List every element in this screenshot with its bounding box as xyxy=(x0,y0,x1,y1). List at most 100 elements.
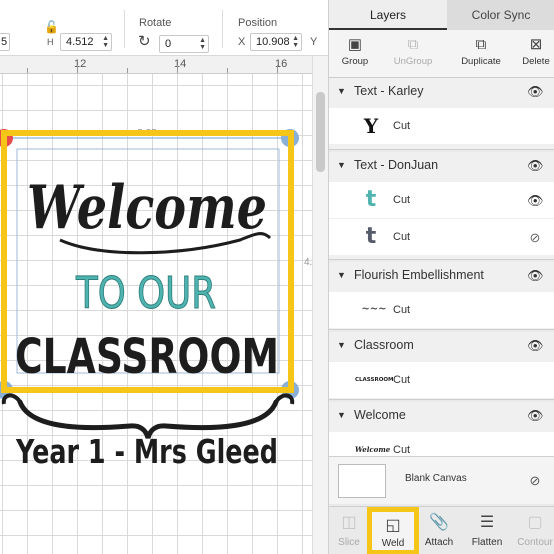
ruler-tick xyxy=(227,68,228,73)
design-canvas[interactable]: 12 14 16 5.25 4. Welcome TO OUR CLASSROO… xyxy=(0,56,328,554)
collapse-triangle-icon[interactable]: ▼ xyxy=(337,262,346,288)
classroom-text[interactable]: CLASSROOM xyxy=(15,329,279,385)
visibility-eye-icon[interactable]: 👁 xyxy=(527,269,544,282)
layer-row[interactable]: t Cut ⊘ xyxy=(329,219,554,255)
ungroup-button[interactable]: ⧉ UnGroup xyxy=(385,34,441,76)
layer-group-name: Text - Karley xyxy=(354,84,424,98)
layer-group-header[interactable]: ▼ Text - Karley 👁 xyxy=(329,78,554,104)
ruler-tick-label: 12 xyxy=(74,58,87,70)
group-icon: ▣ xyxy=(347,36,363,53)
duplicate-button[interactable]: ⧉ Duplicate xyxy=(453,34,509,76)
contour-label: Contour xyxy=(517,537,553,548)
layer-group-text-donjuan[interactable]: ▼ Text - DonJuan 👁 t Cut 👁 t Cut ⊘ xyxy=(329,152,554,260)
flatten-label: Flatten xyxy=(471,537,503,548)
to-our-text[interactable]: TO OUR xyxy=(75,268,217,320)
layer-operation-label: Cut xyxy=(393,231,411,243)
layer-thumbnail: Y xyxy=(363,114,379,138)
ruler-tick xyxy=(177,65,178,73)
attach-button[interactable]: 📎 Attach xyxy=(415,507,463,554)
layer-thumbnail: ~~~ xyxy=(361,304,387,315)
layer-group-text-karley[interactable]: ▼ Text - Karley 👁 Y Cut xyxy=(329,78,554,150)
layer-group-header[interactable]: ▼ Welcome 👁 xyxy=(329,402,554,428)
position-x-stepper-icon[interactable]: ▲ ▼ xyxy=(292,35,299,49)
layer-row[interactable]: CLASSROOM Cut xyxy=(329,362,554,398)
visibility-eye-icon[interactable]: 👁 xyxy=(527,409,544,422)
bottom-action-bar: ◫ Slice ◱ Weld 📎 Attach ☰ Flatten ▢ Cont… xyxy=(329,506,554,554)
flatten-button[interactable]: ☰ Flatten xyxy=(463,507,511,554)
duplicate-label: Duplicate xyxy=(461,56,501,67)
ruler-tick xyxy=(77,65,78,73)
contour-button[interactable]: ▢ Contour xyxy=(511,507,554,554)
group-button[interactable]: ▣ Group xyxy=(327,34,383,76)
layer-thumbnail: t xyxy=(365,187,377,212)
x-label: X xyxy=(238,36,246,48)
layer-group-header[interactable]: ▼ Text - DonJuan 👁 xyxy=(329,152,554,178)
scrollbar-thumb[interactable] xyxy=(316,92,325,172)
layer-operation-label: Cut xyxy=(393,374,411,386)
position-x-value: 10.908 xyxy=(256,36,290,48)
layer-group-classroom[interactable]: ▼ Classroom 👁 CLASSROOM Cut xyxy=(329,332,554,400)
group-label: Group xyxy=(341,56,369,67)
canvas-vertical-scrollbar[interactable] xyxy=(312,56,328,554)
delete-button[interactable]: ⊠ Delete xyxy=(513,34,554,76)
height-field[interactable]: 4.512 ▲ ▼ xyxy=(60,33,112,51)
ruler-tick xyxy=(127,68,128,73)
tab-color-sync[interactable]: Color Sync xyxy=(447,0,554,30)
blank-canvas-swatch[interactable] xyxy=(338,464,386,498)
weld-icon: ◱ xyxy=(385,517,401,534)
layer-thumbnail: CLASSROOM xyxy=(355,377,394,383)
weld-button[interactable]: ◱ Weld xyxy=(367,507,419,554)
ruler-tick xyxy=(277,65,278,73)
welcome-text[interactable]: Welcome xyxy=(27,173,267,243)
toolbar-divider xyxy=(222,10,223,48)
layer-row[interactable]: Y Cut xyxy=(329,108,554,144)
design-space-window: 5 🔓 H 4.512 ▲ ▼ Rotate ↻ 0 ▲ ▼ Position X … xyxy=(0,0,554,554)
visibility-eye-icon[interactable]: 👁 xyxy=(527,159,544,172)
width-field[interactable]: 5 xyxy=(0,33,10,51)
blank-canvas-row[interactable]: Blank Canvas ⊘ xyxy=(329,456,554,504)
lock-icon[interactable]: 🔓 xyxy=(44,20,59,34)
flatten-icon: ☰ xyxy=(479,514,495,531)
design-artwork[interactable]: 5.25 4. Welcome TO OUR CLASSROOM Year 1 … xyxy=(0,74,312,554)
layer-group-name: Classroom xyxy=(354,338,414,352)
collapse-triangle-icon[interactable]: ▼ xyxy=(337,152,346,178)
layer-row[interactable]: t Cut 👁 xyxy=(329,182,554,218)
layer-actions: ▣ Group ⧉ UnGroup ⧉ Duplicate ⊠ Delete xyxy=(329,30,554,78)
layer-group-name: Welcome xyxy=(354,408,406,422)
width-value: 5 xyxy=(1,36,8,48)
hidden-eye-icon[interactable]: ⊘ xyxy=(527,474,543,487)
collapse-triangle-icon[interactable]: ▼ xyxy=(337,78,346,104)
layer-group-name: Flourish Embellishment xyxy=(354,268,484,282)
year-line-text[interactable]: Year 1 - Mrs Gleed xyxy=(15,432,278,471)
duplicate-icon: ⧉ xyxy=(475,36,487,53)
delete-label: Delete xyxy=(522,56,550,67)
visibility-eye-icon[interactable]: 👁 xyxy=(527,194,544,207)
collapse-triangle-icon[interactable]: ▼ xyxy=(337,332,346,358)
slice-button[interactable]: ◫ Slice xyxy=(325,507,373,554)
slice-label: Slice xyxy=(338,537,360,548)
tab-layers[interactable]: Layers xyxy=(329,0,447,30)
height-value: 4.512 xyxy=(66,36,94,48)
height-stepper-icon[interactable]: ▲ ▼ xyxy=(102,35,109,49)
edit-toolbar: 5 🔓 H 4.512 ▲ ▼ Rotate ↻ 0 ▲ ▼ Position X … xyxy=(0,0,328,56)
collapse-triangle-icon[interactable]: ▼ xyxy=(337,402,346,428)
rotate-stepper-icon[interactable]: ▲ ▼ xyxy=(199,37,206,51)
layer-operation-label: Cut xyxy=(393,120,411,132)
rotate-field[interactable]: 0 ▲ ▼ xyxy=(159,35,209,53)
y-label: Y xyxy=(310,36,318,48)
delete-icon: ⊠ xyxy=(529,36,543,53)
layer-row[interactable]: ~~~ Cut xyxy=(329,292,554,328)
ungroup-label: UnGroup xyxy=(393,56,433,67)
layer-group-header[interactable]: ▼ Classroom 👁 xyxy=(329,332,554,358)
hidden-eye-icon[interactable]: ⊘ xyxy=(527,231,543,244)
layer-group-flourish[interactable]: ▼ Flourish Embellishment 👁 ~~~ Cut xyxy=(329,262,554,330)
visibility-eye-icon[interactable]: 👁 xyxy=(527,339,544,352)
flourish-curl-right xyxy=(274,393,295,405)
position-x-field[interactable]: 10.908 ▲ ▼ xyxy=(250,33,302,51)
contour-icon: ▢ xyxy=(527,514,543,531)
height-dimension-label: 4. xyxy=(304,257,312,268)
visibility-eye-icon[interactable]: 👁 xyxy=(527,85,544,98)
toolbar-divider xyxy=(124,10,125,48)
layer-group-header[interactable]: ▼ Flourish Embellishment 👁 xyxy=(329,262,554,288)
layer-group-name: Text - DonJuan xyxy=(354,158,439,172)
